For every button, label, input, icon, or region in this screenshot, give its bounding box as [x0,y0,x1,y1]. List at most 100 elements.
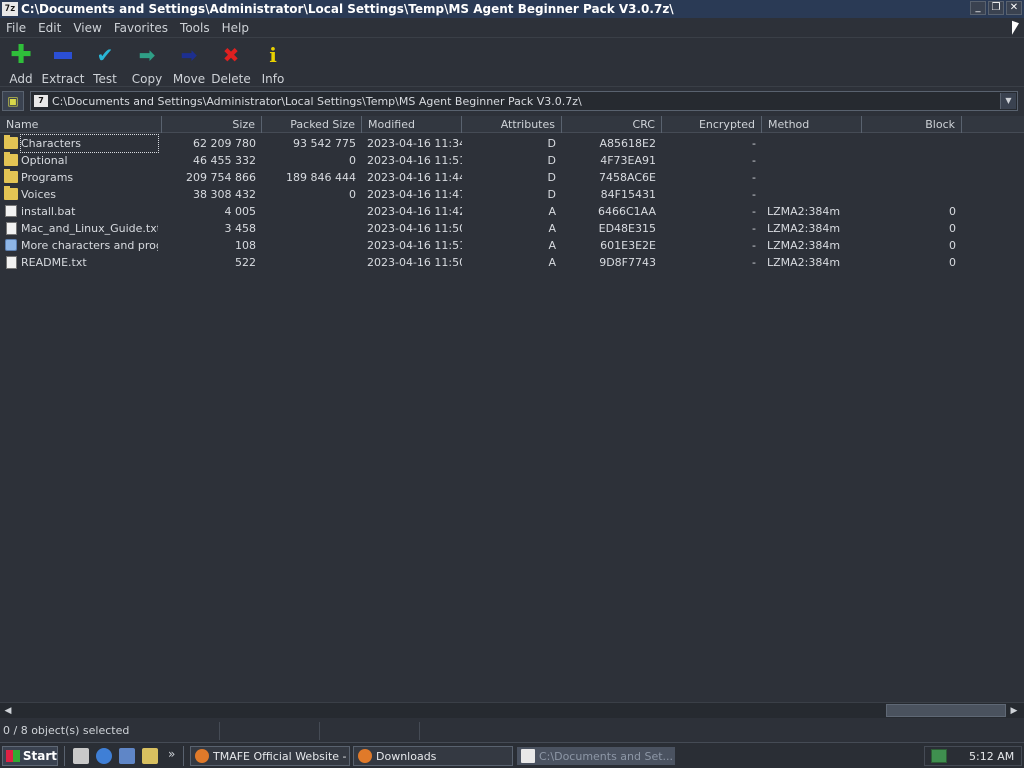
menu-help[interactable]: Help [216,21,255,35]
copy-button[interactable]: ➡ Copy [126,39,168,86]
cell-encrypted: - [752,205,756,218]
window-title: C:\Documents and Settings\Administrator\… [21,2,674,16]
task-tmafe-website[interactable]: TMAFE Official Website - ... [190,746,350,766]
table-row[interactable]: Characters 62 209 780 93 542 775 2023-04-16… [0,134,1024,153]
start-label: Start [22,749,57,763]
cell-block: 0 [949,256,956,269]
cell-crc: 6466C1AA [597,205,656,218]
chevron-down-icon[interactable]: ▼ [1000,93,1016,109]
table-row[interactable]: Voices 38 308 432 0 2023-04-16 11:47 D 84F154… [0,186,1024,203]
path-combobox[interactable]: 7 C:\Documents and Settings\Administrato… [30,91,1018,111]
move-label: Move [172,72,206,86]
col-extra[interactable] [962,116,1024,133]
menu-edit[interactable]: Edit [32,21,67,35]
cell-method [767,186,862,203]
col-block[interactable]: Block [862,116,962,133]
text-file-icon [6,256,17,269]
cell-crc: 7458AC6E [599,171,656,184]
col-attributes[interactable]: Attributes [462,116,562,133]
cell-crc: 84F15431 [600,188,656,201]
firefox-icon [358,749,372,763]
cell-name: Programs [21,171,74,184]
table-row[interactable]: install.bat 4 005 2023-04-16 11:42 A 6466C1A… [0,203,1024,220]
quicklaunch-overflow[interactable]: » [168,747,175,761]
file-list[interactable]: Name Size Packed Size Modified Attribute… [0,116,1024,701]
cell-packed-size: 189 846 444 [286,171,356,184]
close-button[interactable]: ✕ [1006,1,1022,15]
restore-button[interactable]: ❐ [988,1,1004,15]
delete-button[interactable]: ✖ Delete [210,39,252,86]
cell-packed-size [262,237,356,254]
extract-button[interactable]: Extract [42,39,85,86]
cell-name: Characters [20,134,159,153]
cell-name: install.bat [21,205,76,218]
plus-icon: ✚ [10,40,32,70]
scroll-right-icon[interactable]: ▶ [1006,703,1022,719]
cell-attributes: A [548,222,556,235]
menu-view[interactable]: View [67,21,107,35]
cell-packed-size: 93 542 775 [293,137,356,150]
col-encrypted[interactable]: Encrypted [662,116,762,133]
cell-method [767,169,862,186]
batch-file-icon [5,205,17,217]
horizontal-scrollbar[interactable]: ◀ ▶ [0,702,1024,718]
table-row[interactable]: Mac_and_Linux_Guide.txt 3 458 2023-04-16 1… [0,220,1024,237]
test-label: Test [93,72,117,86]
minimize-button[interactable]: _ [970,1,986,15]
info-button[interactable]: i Info [252,39,294,86]
table-row[interactable]: Programs 209 754 866 189 846 444 2023-04-16… [0,169,1024,186]
show-desktop-icon[interactable] [73,748,89,764]
cell-modified: 2023-04-16 11:50 [367,256,462,269]
cell-block [862,152,956,169]
explorer-icon[interactable] [142,748,158,764]
col-method[interactable]: Method [762,116,862,133]
archive-icon: 7 [34,95,48,107]
start-button[interactable]: Start [2,746,58,766]
up-folder-button[interactable]: ▣ [2,91,24,111]
task-downloads[interactable]: Downloads [353,746,513,766]
cell-block: 0 [949,222,956,235]
status-pane-3 [320,722,420,740]
cell-attributes: D [547,188,556,201]
cell-modified: 2023-04-16 11:42 [367,205,462,218]
scroll-left-icon[interactable]: ◀ [0,703,16,719]
tray-app-icon[interactable] [931,749,947,763]
menu-tools[interactable]: Tools [174,21,216,35]
ie-icon[interactable] [96,748,112,764]
7zip-app-icon[interactable]: 7z [2,2,18,16]
cell-packed-size: 0 [349,154,356,167]
firefox-icon [195,749,209,763]
add-button[interactable]: ✚ Add [0,39,42,86]
cell-method [767,135,862,152]
text-file-icon [6,222,17,235]
task-7zip-window[interactable]: C:\Documents and Set... [516,746,676,766]
cell-encrypted: - [752,239,756,252]
col-modified[interactable]: Modified [362,116,462,133]
move-button[interactable]: ➡ Move [168,39,210,86]
outlook-icon[interactable] [119,748,135,764]
menu-favorites[interactable]: Favorites [108,21,174,35]
test-button[interactable]: ✔ Test [84,39,126,86]
status-pane-4 [420,722,1024,740]
cell-size: 108 [235,239,256,252]
table-row[interactable]: Optional 46 455 332 0 2023-04-16 11:51 D 4F73… [0,152,1024,169]
folder-icon [4,135,18,149]
table-row[interactable]: More characters and prog... 108 2023-04-16… [0,237,1024,254]
cell-attributes: A [548,256,556,269]
table-row[interactable]: README.txt 522 2023-04-16 11:50 A 9D8F7743 - L… [0,254,1024,271]
col-crc[interactable]: CRC [562,116,662,133]
clock[interactable]: 5:12 AM [969,750,1014,763]
cell-block: 0 [949,239,956,252]
cell-method: LZMA2:384m [767,222,841,235]
folder-icon [4,186,18,200]
cell-packed-size [262,203,356,220]
path-text: C:\Documents and Settings\Administrator\… [52,94,582,108]
cell-method: LZMA2:384m [767,256,841,269]
scroll-thumb[interactable] [886,704,1006,717]
col-name[interactable]: Name [0,116,162,133]
col-packed-size[interactable]: Packed Size [262,116,362,133]
folder-icon [4,169,18,183]
menu-file[interactable]: File [0,21,32,35]
checkmark-icon: ✔ [96,43,114,67]
col-size[interactable]: Size [162,116,262,133]
